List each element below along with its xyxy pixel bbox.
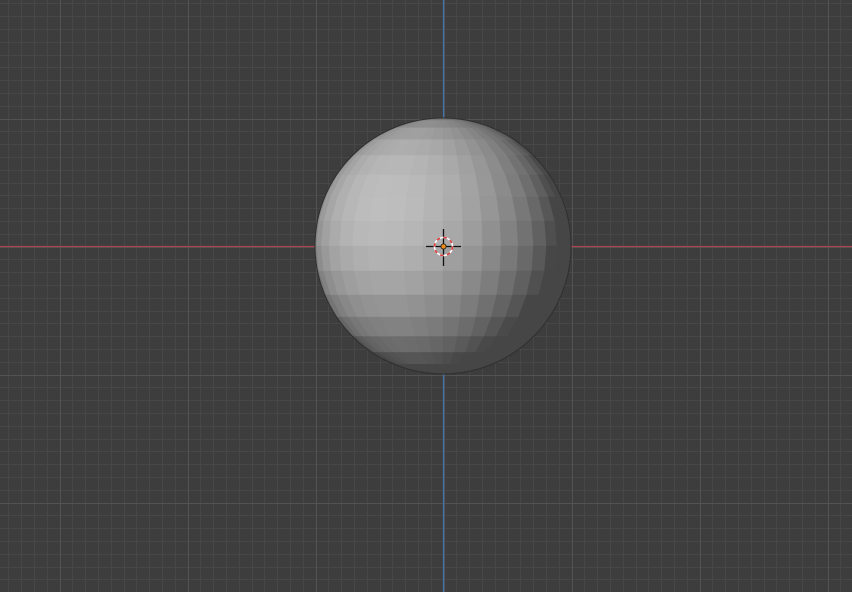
sphere-face xyxy=(384,220,405,247)
sphere-face xyxy=(442,155,460,176)
sphere-face xyxy=(461,196,483,222)
sphere-face xyxy=(403,196,425,222)
sphere-face xyxy=(367,220,387,247)
sphere-face xyxy=(461,270,483,296)
sphere-face xyxy=(352,220,370,247)
sphere-face xyxy=(384,245,405,272)
sphere-face xyxy=(516,220,534,247)
sphere-face xyxy=(499,245,519,272)
sphere-face xyxy=(422,245,444,272)
sphere-face xyxy=(479,196,501,222)
sphere-face xyxy=(442,294,462,318)
sphere-face xyxy=(499,220,519,247)
sphere-face xyxy=(531,245,547,272)
sphere-face xyxy=(442,245,464,272)
sphere-face xyxy=(442,174,462,198)
sphere-face xyxy=(352,245,370,272)
sphere-face xyxy=(385,196,407,222)
sphere-face xyxy=(424,174,444,198)
sphere-face xyxy=(385,270,407,296)
viewport-canvas[interactable] xyxy=(0,0,852,592)
object-origin-icon[interactable] xyxy=(440,243,447,250)
sphere-face xyxy=(406,174,427,198)
sphere-face xyxy=(423,196,444,222)
sphere-face xyxy=(442,220,464,247)
sphere-face xyxy=(516,245,534,272)
sphere-face xyxy=(426,155,444,176)
sphere-face xyxy=(462,245,483,272)
sphere-face xyxy=(479,270,501,296)
sphere-face xyxy=(367,245,387,272)
sphere-face xyxy=(442,196,463,222)
sphere-face xyxy=(442,270,463,296)
sphere-face xyxy=(423,270,444,296)
sphere-face xyxy=(406,294,427,318)
sphere-face xyxy=(403,270,425,296)
sphere-face xyxy=(403,245,424,272)
sphere-face xyxy=(422,220,444,247)
sphere-face xyxy=(426,316,444,337)
sphere-face xyxy=(481,245,502,272)
sphere-face xyxy=(424,294,444,318)
sphere-face xyxy=(339,245,355,272)
sphere-face xyxy=(442,316,460,337)
sphere-face xyxy=(481,220,502,247)
sphere-face xyxy=(403,220,424,247)
sphere-face xyxy=(531,220,547,247)
3d-viewport[interactable] xyxy=(0,0,852,592)
sphere-face xyxy=(462,220,483,247)
sphere-face xyxy=(339,220,355,247)
